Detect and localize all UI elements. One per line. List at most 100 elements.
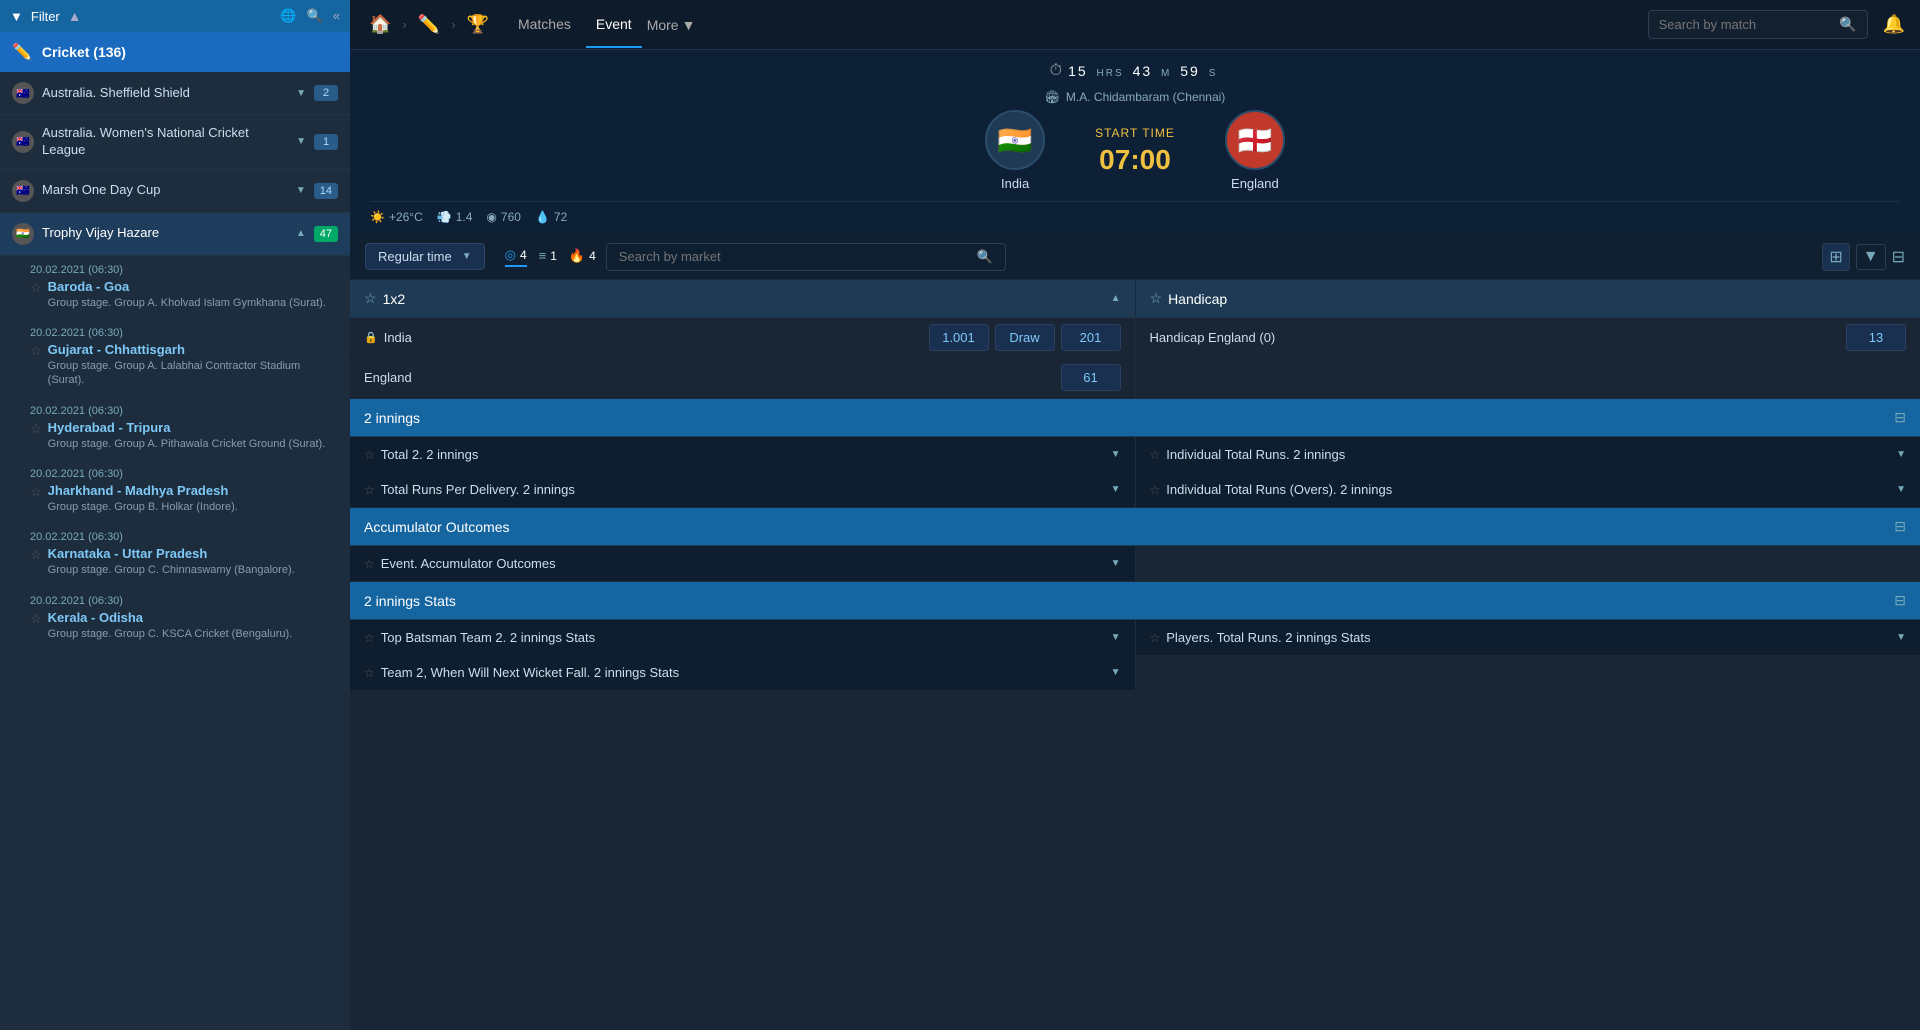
total-2-innings-header[interactable]: ☆ Total 2. 2 innings ▼ xyxy=(350,437,1135,472)
market-search-input[interactable] xyxy=(619,249,971,264)
star-icon-handicap[interactable]: ☆ xyxy=(1150,290,1163,307)
match-item-baroda[interactable]: 20.02.2021 (06:30) ☆ Baroda - Goa Group … xyxy=(0,256,350,319)
market-icon-fire[interactable]: 🔥 4 xyxy=(569,248,596,266)
home-icon[interactable]: 🏠 xyxy=(365,10,395,39)
australia-womens-item[interactable]: 🇦🇺 Australia. Women's National Cricket L… xyxy=(0,115,350,170)
tab-more[interactable]: More ▼ xyxy=(647,2,696,48)
expand-chevron-2[interactable]: ▼ xyxy=(296,136,306,147)
match-item-hyderabad[interactable]: 20.02.2021 (06:30) ☆ Hyderabad - Tripura… xyxy=(0,397,350,460)
trophy-vijay-label: Trophy Vijay Hazare xyxy=(42,225,288,242)
list-count: 1 xyxy=(550,249,557,263)
market-1x2-chevron[interactable]: ▲ xyxy=(1111,293,1121,304)
draw-odds-btn[interactable]: Draw xyxy=(995,324,1055,351)
team1-name: India xyxy=(1001,176,1029,191)
england-odds-61[interactable]: 61 xyxy=(1061,364,1121,391)
total-runs-delivery-header[interactable]: ☆ Total Runs Per Delivery. 2 innings ▼ xyxy=(350,472,1135,507)
players-runs-label: Players. Total Runs. 2 innings Stats xyxy=(1166,630,1370,645)
fav-star-5[interactable]: ☆ xyxy=(30,547,42,563)
search-icon[interactable]: 🔍 xyxy=(307,8,323,24)
cricket-section[interactable]: ✏️ Cricket (136) xyxy=(0,32,350,72)
fav-star-2[interactable]: ☆ xyxy=(30,343,42,359)
two-innings-filter-icon[interactable]: ⊟ xyxy=(1894,409,1906,426)
fav-star-6[interactable]: ☆ xyxy=(30,611,42,627)
filter-right-icon[interactable]: ⊟ xyxy=(1892,247,1905,267)
star-next-wicket[interactable]: ☆ xyxy=(364,666,375,680)
fav-star-4[interactable]: ☆ xyxy=(30,484,42,500)
individual-total-runs-header[interactable]: ☆ Individual Total Runs. 2 innings ▼ xyxy=(1136,437,1920,472)
search-match-container: 🔍 xyxy=(1648,10,1868,39)
individual-overs-header[interactable]: ☆ Individual Total Runs (Overs). 2 innin… xyxy=(1136,472,1920,507)
star-icon-1x2[interactable]: ☆ xyxy=(364,290,377,307)
chevron-view-button[interactable]: ▼ xyxy=(1856,244,1886,270)
main-content: 🏠 › ✏️ › 🏆 Matches Event More ▼ 🔍 🔔 ⏱ 15… xyxy=(350,0,1920,1030)
countdown-row: ⏱ 15 HRS 43 M 59 S xyxy=(370,62,1900,80)
accumulator-banner: Accumulator Outcomes ⊟ xyxy=(350,508,1920,546)
next-wicket-header[interactable]: ☆ Team 2, When Will Next Wicket Fall. 2 … xyxy=(350,655,1135,690)
expand-icon[interactable]: ▲ xyxy=(68,8,82,24)
next-wicket-label: Team 2, When Will Next Wicket Fall. 2 in… xyxy=(381,665,679,680)
top-batsman-header[interactable]: ☆ Top Batsman Team 2. 2 innings Stats ▼ xyxy=(350,620,1135,655)
fav-star-3[interactable]: ☆ xyxy=(30,421,42,437)
grid-view-button[interactable]: ⊞ xyxy=(1822,243,1849,271)
match-teams-2: ☆ Gujarat - Chhattisgarh Group stage. Gr… xyxy=(30,342,338,388)
fav-star-1[interactable]: ☆ xyxy=(30,280,42,296)
accumulator-filter-icon[interactable]: ⊟ xyxy=(1894,518,1906,535)
view-buttons: ⊞ ▼ ⊟ xyxy=(1822,243,1905,271)
star-individual-overs[interactable]: ☆ xyxy=(1150,483,1161,497)
filter-button[interactable]: Filter xyxy=(31,9,60,24)
fire-count: 4 xyxy=(589,249,596,263)
star-top-batsman[interactable]: ☆ xyxy=(364,631,375,645)
match-teams-3: ☆ Hyderabad - Tripura Group stage. Group… xyxy=(30,420,338,451)
countdown-display: 15 HRS 43 M 59 S xyxy=(1068,63,1220,79)
expand-chevron-4[interactable]: ▲ xyxy=(296,228,306,239)
players-total-runs-header[interactable]: ☆ Players. Total Runs. 2 innings Stats ▼ xyxy=(1136,620,1920,655)
team2-block: 🏴󠁧󠁢󠁥󠁮󠁧󠁿 England xyxy=(1225,110,1285,191)
edit-icon[interactable]: ✏️ xyxy=(414,10,444,39)
star-total-2[interactable]: ☆ xyxy=(364,448,375,462)
match-item-jharkhand[interactable]: 20.02.2021 (06:30) ☆ Jharkhand - Madhya … xyxy=(0,460,350,523)
tab-matches[interactable]: Matches xyxy=(508,2,581,48)
india-odds-201[interactable]: 201 xyxy=(1061,324,1121,351)
markets-top-row: ☆ 1x2 ▲ 🔒 India 1.001 Draw 201 xyxy=(350,280,1920,399)
collapse-icon[interactable]: « xyxy=(333,8,340,24)
match-venue-6: Group stage. Group C. KSCA Cricket (Beng… xyxy=(48,627,338,641)
trophy-vijay-item[interactable]: 🇮🇳 Trophy Vijay Hazare ▲ 47 xyxy=(0,213,350,256)
india-odds-btn[interactable]: 1.001 xyxy=(929,324,989,351)
star-event-acc[interactable]: ☆ xyxy=(364,557,375,571)
start-time-value: 07:00 xyxy=(1099,144,1171,176)
filter-icon: ▼ xyxy=(10,9,23,24)
india-odds-label: 🔒 India xyxy=(364,330,929,345)
players-runs-chevron: ▼ xyxy=(1896,632,1906,643)
top-batsman-title: ☆ Top Batsman Team 2. 2 innings Stats xyxy=(364,630,595,645)
handicap-odds-13[interactable]: 13 xyxy=(1846,324,1906,351)
star-players-runs[interactable]: ☆ xyxy=(1150,631,1161,645)
match-item-gujarat[interactable]: 20.02.2021 (06:30) ☆ Gujarat - Chhattisg… xyxy=(0,319,350,397)
star-individual[interactable]: ☆ xyxy=(1150,448,1161,462)
star-total-runs[interactable]: ☆ xyxy=(364,483,375,497)
two-innings-stats-filter[interactable]: ⊟ xyxy=(1894,592,1906,609)
match-venue-2: Group stage. Group A. Lalabhai Contracto… xyxy=(48,359,338,388)
pressure-icon: ◉ xyxy=(486,210,496,224)
trophy-icon[interactable]: 🏆 xyxy=(463,10,493,39)
expand-chevron-3[interactable]: ▼ xyxy=(296,185,306,196)
market-icon-circle[interactable]: ◎ 4 xyxy=(505,247,527,267)
match-item-karnataka[interactable]: 20.02.2021 (06:30) ☆ Karnataka - Uttar P… xyxy=(0,523,350,586)
search-match-input[interactable] xyxy=(1659,17,1834,32)
market-icon-list[interactable]: ≡ 1 xyxy=(539,248,557,265)
australia-sheffield-item[interactable]: 🇦🇺 Australia. Sheffield Shield ▼ 2 xyxy=(0,72,350,115)
stadium-icon: 🏟 xyxy=(1045,90,1060,104)
match-name-4: Jharkhand - Madhya Pradesh xyxy=(48,483,338,498)
humidity-value: 72 xyxy=(554,210,567,224)
team2-flag: 🏴󠁧󠁢󠁥󠁮󠁧󠁿 xyxy=(1225,110,1285,170)
match-item-kerala[interactable]: 20.02.2021 (06:30) ☆ Kerala - Odisha Gro… xyxy=(0,587,350,650)
marsh-cup-item[interactable]: 🇦🇺 Marsh One Day Cup ▼ 14 xyxy=(0,170,350,213)
globe-icon[interactable]: 🌐 xyxy=(280,8,296,24)
match-info-2: Gujarat - Chhattisgarh Group stage. Grou… xyxy=(48,342,338,388)
expand-chevron-1[interactable]: ▼ xyxy=(296,88,306,99)
tab-event[interactable]: Event xyxy=(586,2,642,48)
time-filter-button[interactable]: Regular time ▼ xyxy=(365,243,485,270)
event-accumulator-header[interactable]: ☆ Event. Accumulator Outcomes ▼ xyxy=(350,546,1135,581)
notification-icon[interactable]: 🔔 xyxy=(1883,14,1905,35)
accumulator-markets-row: ☆ Event. Accumulator Outcomes ▼ xyxy=(350,546,1920,582)
match-date-2: 20.02.2021 (06:30) xyxy=(30,327,338,339)
